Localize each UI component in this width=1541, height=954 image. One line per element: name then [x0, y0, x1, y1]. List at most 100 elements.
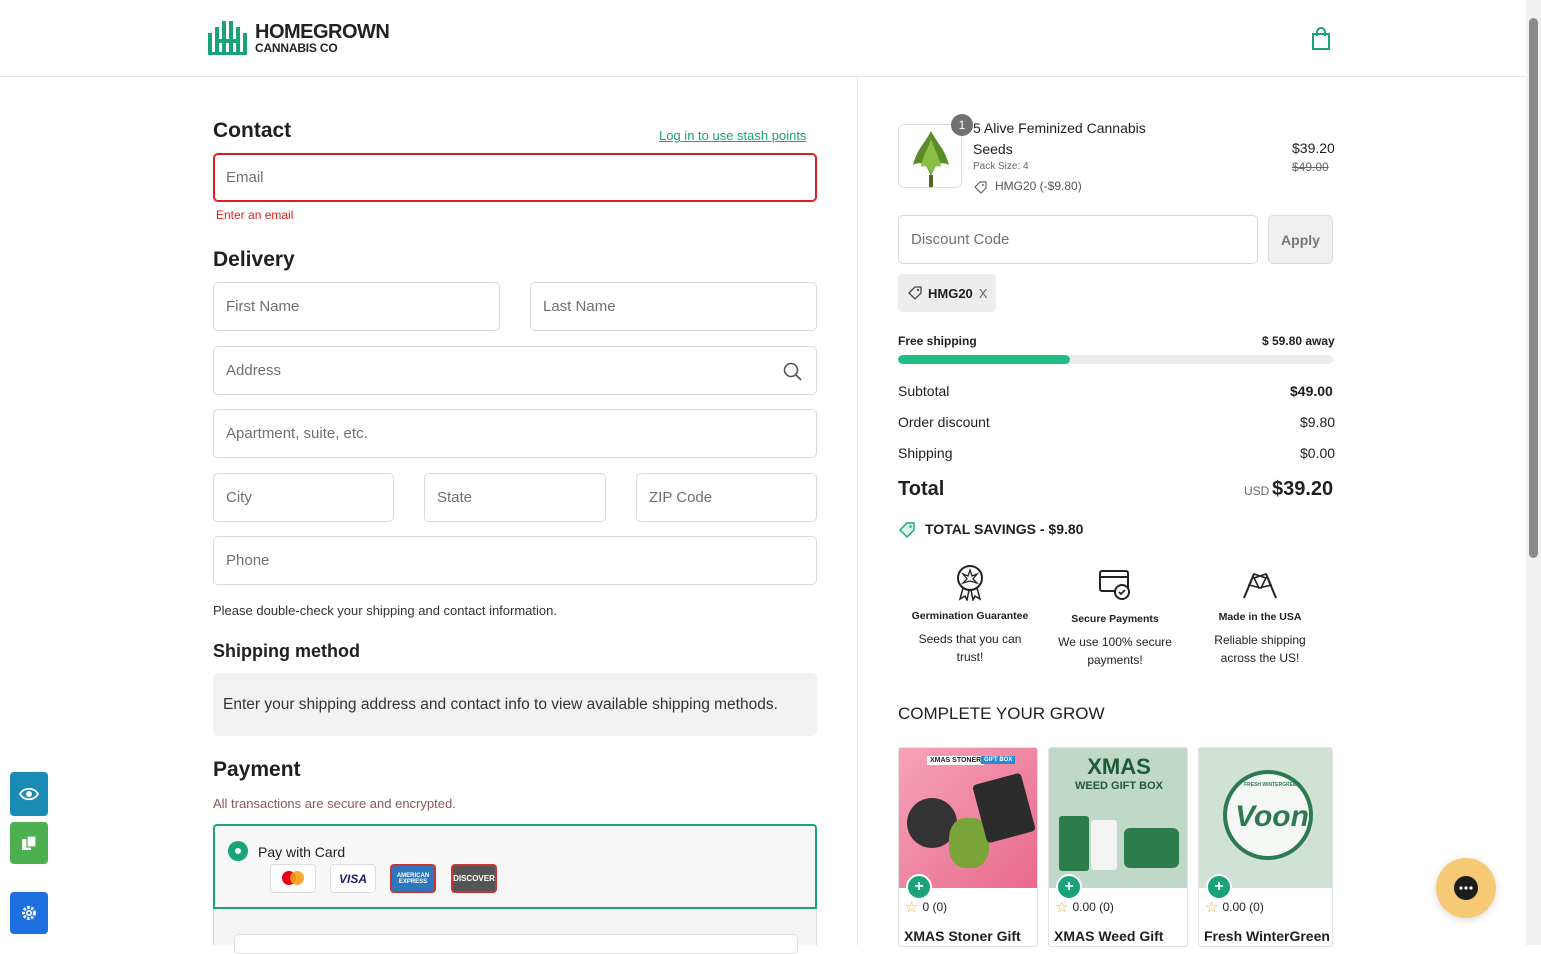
cart-item-variant: Pack Size: 4 — [973, 161, 1029, 172]
product-badge-2: GIFT BOX — [981, 756, 1016, 764]
rating-value: 0 (0) — [922, 900, 948, 914]
star-icon: ☆ — [1205, 899, 1219, 916]
feature-desc: We use 100% secure payments! — [1058, 635, 1172, 667]
search-icon — [783, 362, 802, 381]
add-to-cart-button[interactable]: + — [1056, 874, 1082, 900]
discount-code-field[interactable]: Discount Code — [898, 215, 1258, 264]
star-icon: ☆ — [1055, 899, 1069, 916]
first-name-field[interactable]: First Name — [213, 282, 500, 331]
view-toggle-button[interactable] — [10, 772, 48, 816]
visa-icon: VISA — [330, 864, 376, 893]
jar-shape — [1059, 816, 1089, 871]
logo-mark-icon — [208, 21, 247, 55]
product-image: Voon FRESH WINTERGREEN + — [1199, 748, 1332, 900]
award-icon — [957, 565, 983, 603]
star-icon: ☆ — [905, 899, 919, 916]
feature-secure-payments: Secure Payments We use 100% secure payme… — [1050, 568, 1180, 669]
email-field[interactable]: Email — [213, 153, 817, 202]
feature-made-usa: Made in the USA Reliable shipping across… — [1195, 570, 1325, 667]
card-form-area — [213, 909, 817, 954]
feature-title: Germination Guarantee — [911, 610, 1029, 622]
product-badge: XMAS — [1087, 754, 1151, 779]
feature-title: Secure Payments — [1071, 613, 1159, 625]
cart-item-thumbnail — [898, 124, 962, 188]
add-to-cart-button[interactable]: + — [1206, 874, 1232, 900]
zip-field[interactable]: ZIP Code — [636, 473, 817, 522]
total-savings: TOTAL SAVINGS - $9.80 — [925, 521, 1083, 537]
email-error: Enter an email — [216, 208, 294, 222]
amex-icon: AMERICAN EXPRESS — [390, 864, 436, 893]
free-shipping-progress — [898, 355, 1333, 364]
column-divider — [857, 77, 858, 945]
order-discount-label: Order discount — [898, 414, 990, 430]
card-number-field[interactable] — [234, 934, 798, 954]
pay-card-radio[interactable] — [228, 841, 248, 861]
product-badge: XMAS STONER — [927, 756, 985, 765]
order-discount-value: $9.80 — [1300, 414, 1336, 430]
tag-icon — [974, 181, 987, 194]
gear-icon — [22, 906, 36, 920]
bottle-shape — [1091, 820, 1117, 870]
copy-button[interactable] — [10, 822, 48, 864]
upsell-product-card[interactable]: XMAS WEED GIFT BOX + ☆ 0.00 (0) XMAS Wee… — [1048, 747, 1188, 947]
upsell-product-card[interactable]: Voon FRESH WINTERGREEN + ☆ 0.00 (0) Fres… — [1198, 747, 1333, 947]
tag-icon — [908, 286, 922, 300]
remove-code-button[interactable]: X — [979, 286, 988, 301]
product-name: Fresh WinterGreen — [1204, 928, 1330, 944]
product-name: XMAS Stoner Gift — [904, 928, 1021, 944]
brand-logo[interactable]: HOMEGROWN CANNABIS CO — [207, 19, 390, 57]
brand-name: HOMEGROWN — [255, 21, 390, 43]
feature-desc: Reliable shipping across the US! — [1214, 633, 1306, 665]
product-name: XMAS Weed Gift — [1054, 928, 1164, 944]
total-currency: USD — [1244, 484, 1270, 498]
pay-with-card-option[interactable]: Pay with Card VISA AMERICAN EXPRESS DISC… — [213, 824, 817, 909]
product-badge-2: WEED GIFT BOX — [1075, 780, 1163, 792]
scrollbar-thumb[interactable] — [1529, 18, 1538, 558]
grinder-shape — [1124, 828, 1179, 868]
product-image: XMAS STONER GIFT BOX + — [899, 748, 1037, 900]
secure-card-icon — [1099, 570, 1130, 600]
cart-item-price: $39.20 — [1292, 140, 1335, 156]
shopping-bag-icon[interactable] — [1310, 27, 1332, 51]
city-field[interactable]: City — [213, 473, 394, 522]
shipping-method-message: Enter your shipping address and contact … — [213, 673, 817, 736]
payment-title: Payment — [213, 758, 301, 781]
address-placeholder: Address — [226, 362, 282, 379]
applied-code: HMG20 — [928, 285, 973, 301]
add-to-cart-button[interactable]: + — [906, 874, 932, 900]
feature-desc: Seeds that you can trust! — [918, 632, 1022, 664]
apartment-field[interactable]: Apartment, suite, etc. — [213, 409, 817, 458]
cart-item-discount: HMG20 (-$9.80) — [995, 179, 1082, 193]
savings-label: TOTAL SAVINGS — [925, 521, 1036, 537]
address-field[interactable]: Address — [213, 346, 817, 395]
cart-item-original-price: $49.00 — [1292, 160, 1329, 174]
cart-item-name-line1: 5 Alive Feminized Cannabis — [973, 120, 1146, 136]
login-stash-link[interactable]: Log in to use stash points — [659, 128, 806, 143]
free-shipping-label: Free shipping — [898, 334, 977, 348]
pay-card-label: Pay with Card — [258, 844, 346, 860]
phone-field[interactable]: Phone — [213, 536, 817, 585]
settings-button[interactable] — [10, 892, 48, 934]
feature-germination: Germination Guarantee Seeds that you can… — [905, 563, 1035, 666]
subtotal-label: Subtotal — [898, 383, 950, 399]
rating-value: 0.00 (0) — [1072, 900, 1114, 914]
shipping-note: Please double-check your shipping and co… — [213, 603, 557, 618]
subtotal-value: $49.00 — [1290, 383, 1333, 399]
apply-button[interactable]: Apply — [1268, 215, 1333, 264]
last-name-field[interactable]: Last Name — [530, 282, 817, 331]
upsell-product-card[interactable]: XMAS STONER GIFT BOX + ☆ 0 (0) XMAS Ston… — [898, 747, 1038, 947]
product-rating: ☆ 0.00 (0) — [1205, 898, 1264, 916]
chat-icon — [1454, 876, 1478, 900]
total-label: Total — [898, 478, 945, 500]
discover-icon: DISCOVER — [451, 864, 497, 893]
cart-item-name-line2: Seeds — [973, 141, 1013, 157]
state-field[interactable]: State — [424, 473, 606, 522]
eye-icon — [19, 787, 39, 801]
delivery-title: Delivery — [213, 248, 295, 271]
free-shipping-progress-fill — [898, 355, 1070, 364]
copy-icon — [22, 835, 37, 850]
total-value: $39.20 — [1272, 478, 1334, 500]
cart-item-quantity: 1 — [951, 114, 973, 136]
contact-title: Contact — [213, 119, 292, 142]
chat-button[interactable] — [1436, 858, 1496, 918]
